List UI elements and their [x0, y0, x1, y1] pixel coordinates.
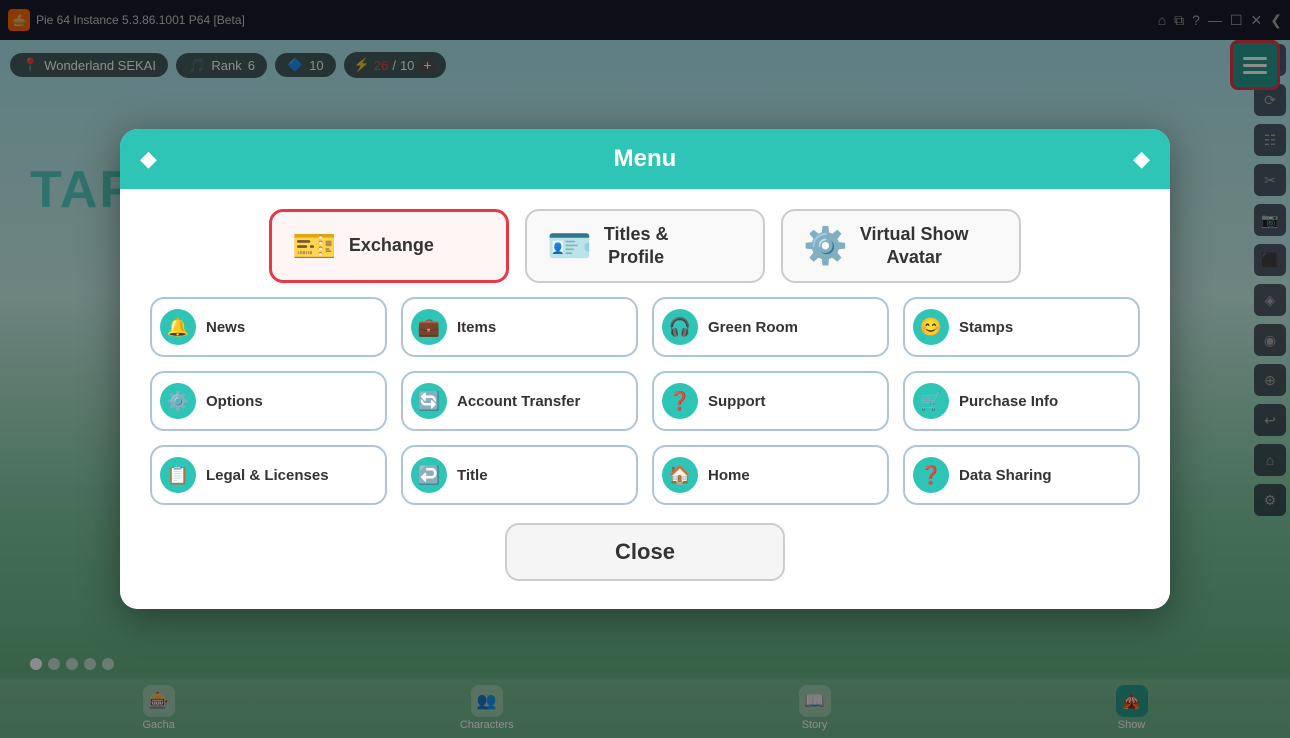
- virtual-show-avatar-button[interactable]: ⚙️ Virtual ShowAvatar: [781, 209, 1021, 284]
- exchange-icon: 🎫: [292, 225, 337, 267]
- data-sharing-icon: ❓: [913, 457, 949, 493]
- title-button[interactable]: ↩️ Title: [401, 445, 638, 505]
- titles-profile-button[interactable]: 🪪 Titles &Profile: [525, 209, 765, 284]
- modal-title: Menu: [614, 145, 677, 173]
- purchase-info-label: Purchase Info: [959, 393, 1058, 410]
- menu-row-3: 📋 Legal & Licenses ↩️ Title 🏠 Home ❓ Dat…: [150, 445, 1140, 505]
- exchange-button[interactable]: 🎫 Exchange: [269, 209, 509, 284]
- data-sharing-button[interactable]: ❓ Data Sharing: [903, 445, 1140, 505]
- news-button[interactable]: 🔔 News: [150, 297, 387, 357]
- items-button[interactable]: 💼 Items: [401, 297, 638, 357]
- exchange-label: Exchange: [349, 234, 434, 257]
- green-room-button[interactable]: 🎧 Green Room: [652, 297, 889, 357]
- home-label: Home: [708, 467, 750, 484]
- menu-row-2: ⚙️ Options 🔄 Account Transfer ❓ Support …: [150, 371, 1140, 431]
- data-sharing-label: Data Sharing: [959, 467, 1052, 484]
- diamond-left-icon: ◆: [140, 146, 157, 172]
- account-transfer-icon: 🔄: [411, 383, 447, 419]
- options-icon: ⚙️: [160, 383, 196, 419]
- close-button[interactable]: Close: [505, 523, 785, 581]
- modal-body: 🎫 Exchange 🪪 Titles &Profile ⚙️ Virtual …: [120, 189, 1170, 610]
- green-room-icon: 🎧: [662, 309, 698, 345]
- news-label: News: [206, 319, 245, 336]
- stamps-button[interactable]: 😊 Stamps: [903, 297, 1140, 357]
- items-icon: 💼: [411, 309, 447, 345]
- purchase-info-button[interactable]: 🛒 Purchase Info: [903, 371, 1140, 431]
- diamond-right-icon: ◆: [1133, 146, 1150, 172]
- titles-profile-icon: 🪪: [547, 225, 592, 267]
- account-transfer-label: Account Transfer: [457, 393, 580, 410]
- support-icon: ❓: [662, 383, 698, 419]
- items-label: Items: [457, 319, 496, 336]
- options-button[interactable]: ⚙️ Options: [150, 371, 387, 431]
- home-button[interactable]: 🏠 Home: [652, 445, 889, 505]
- title-label: Title: [457, 467, 488, 484]
- stamps-label: Stamps: [959, 319, 1013, 336]
- options-label: Options: [206, 393, 263, 410]
- support-button[interactable]: ❓ Support: [652, 371, 889, 431]
- support-label: Support: [708, 393, 766, 410]
- titles-profile-label: Titles &Profile: [604, 223, 669, 270]
- modal-overlay: ◆ Menu ◆ 🎫 Exchange 🪪 Titles &Profile ⚙️…: [0, 0, 1290, 738]
- featured-row: 🎫 Exchange 🪪 Titles &Profile ⚙️ Virtual …: [150, 209, 1140, 284]
- account-transfer-button[interactable]: 🔄 Account Transfer: [401, 371, 638, 431]
- virtual-show-avatar-label: Virtual ShowAvatar: [860, 223, 969, 270]
- legal-licenses-icon: 📋: [160, 457, 196, 493]
- news-icon: 🔔: [160, 309, 196, 345]
- title-icon: ↩️: [411, 457, 447, 493]
- menu-row-1: 🔔 News 💼 Items 🎧 Green Room 😊 Stamps: [150, 297, 1140, 357]
- stamps-icon: 😊: [913, 309, 949, 345]
- green-room-label: Green Room: [708, 319, 798, 336]
- close-row: Close: [150, 519, 1140, 589]
- legal-licenses-button[interactable]: 📋 Legal & Licenses: [150, 445, 387, 505]
- modal-header: ◆ Menu ◆: [120, 129, 1170, 189]
- virtual-show-avatar-icon: ⚙️: [803, 225, 848, 267]
- home-icon: 🏠: [662, 457, 698, 493]
- purchase-info-icon: 🛒: [913, 383, 949, 419]
- menu-modal: ◆ Menu ◆ 🎫 Exchange 🪪 Titles &Profile ⚙️…: [120, 129, 1170, 610]
- legal-licenses-label: Legal & Licenses: [206, 467, 329, 484]
